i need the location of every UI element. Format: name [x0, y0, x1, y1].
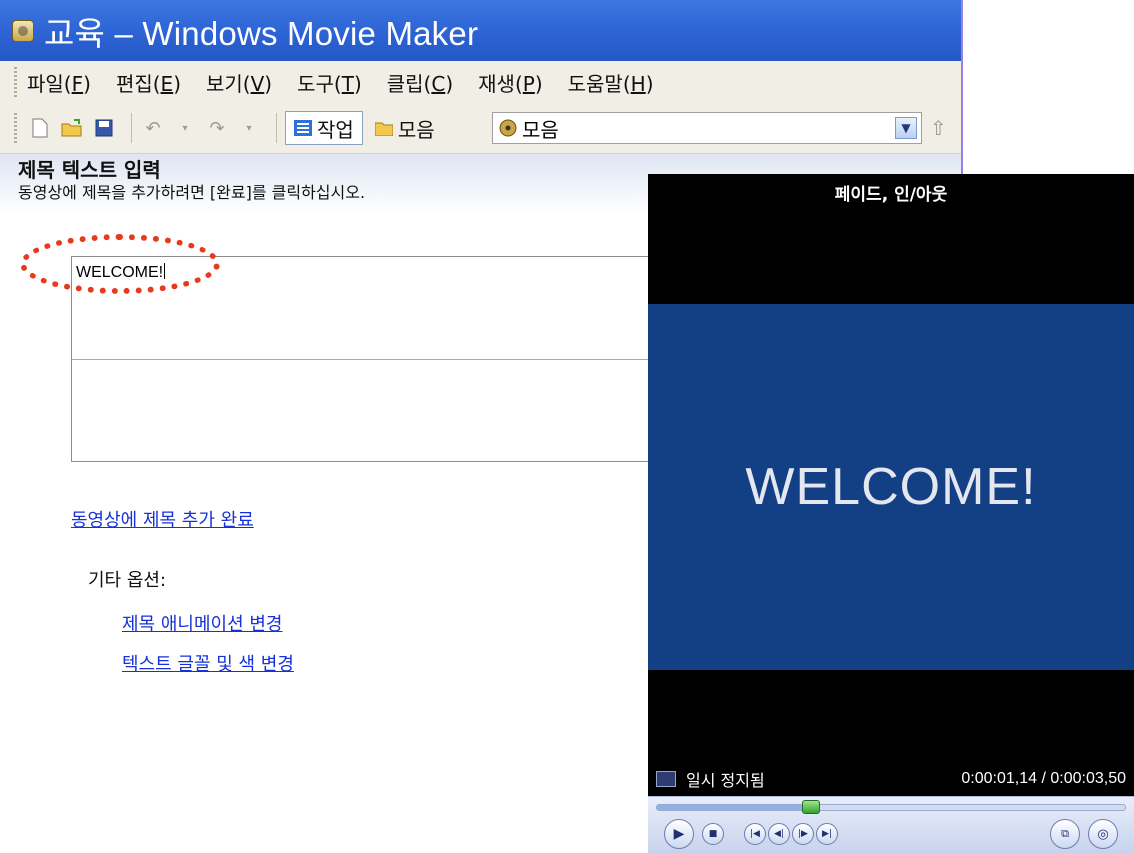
change-font-color-link[interactable]: 텍스트 글꼴 및 색 변경: [122, 650, 294, 676]
collection-select[interactable]: 모음 ▼: [492, 112, 922, 144]
film-reel-icon: [499, 119, 517, 137]
menu-view[interactable]: 보기(V): [206, 68, 272, 97]
stop-button[interactable]: ■: [702, 823, 724, 845]
preview-video-frame[interactable]: WELCOME!: [648, 216, 1134, 762]
tasks-label: 작업: [317, 117, 354, 142]
preview-monitor: 페이드, 인/아웃 WELCOME! 일시 정지됨 0:00:01,14 / 0…: [648, 174, 1134, 853]
movie-maker-app-icon[interactable]: [12, 19, 34, 42]
tasks-button[interactable]: 작업: [285, 111, 363, 145]
menu-edit-label: 편집(: [115, 71, 161, 96]
page-instruction: 동영상에 제목을 추가하려면 [완료]를 클릭하십시오.: [18, 183, 366, 202]
tasks-icon: [294, 120, 312, 136]
toolbar-separator: [276, 113, 277, 143]
new-project-icon[interactable]: [27, 115, 53, 141]
menu-help[interactable]: 도움말(H): [568, 68, 654, 97]
menu-file-label: 파일(: [27, 71, 72, 96]
menu-clip-label: 클립(: [386, 71, 432, 96]
play-button[interactable]: ▶: [664, 819, 694, 849]
save-icon[interactable]: [91, 115, 117, 141]
change-title-animation-link[interactable]: 제목 애니메이션 변경: [122, 610, 282, 636]
title-bar[interactable]: 교육 – Windows Movie Maker: [0, 0, 961, 61]
redo-icon[interactable]: ↷: [204, 115, 230, 141]
menu-edit[interactable]: 편집(E): [116, 68, 181, 97]
collections-folder-icon: [374, 122, 393, 136]
toolbar: ↶ ▾ ↷ ▾ 작업 모음 모음 ▼ ⇧: [0, 103, 961, 154]
menu-file[interactable]: 파일(F): [27, 68, 91, 97]
video-title-background: WELCOME!: [648, 304, 1134, 670]
back-frame-icon[interactable]: ◀|: [768, 823, 790, 845]
previous-frame-start-icon[interactable]: |◀: [744, 823, 766, 845]
seek-bar[interactable]: [656, 800, 1126, 814]
menu-clip-accel: C: [431, 71, 446, 96]
menu-edit-tail: ): [173, 71, 181, 96]
done-add-title-link[interactable]: 동영상에 제목 추가 완료: [71, 506, 254, 532]
annotation-ellipse: [20, 234, 220, 294]
collections-label: 모음: [397, 117, 435, 142]
toolbar-grip[interactable]: [14, 113, 17, 143]
menu-help-tail: ): [645, 71, 654, 96]
redo-dropdown-icon[interactable]: ▾: [236, 115, 262, 141]
menu-play[interactable]: 재생(P): [478, 68, 542, 97]
chevron-down-icon[interactable]: ▼: [895, 117, 917, 139]
forward-frame-icon[interactable]: |▶: [792, 823, 814, 845]
menu-edit-accel: E: [160, 71, 174, 96]
menu-file-tail: ): [83, 71, 91, 96]
menu-play-label: 재생(: [478, 71, 523, 96]
playback-controls: ▶ ■ |◀ ◀| |▶ ▶| ⧉ ◎: [648, 796, 1134, 853]
seek-bar-progress: [657, 805, 812, 810]
preview-header: 페이드, 인/아웃: [834, 185, 948, 205]
other-options-label: 기타 옵션:: [88, 570, 167, 591]
menu-tools[interactable]: 도구(T): [297, 68, 362, 97]
seek-thumb[interactable]: [802, 800, 821, 814]
collections-button[interactable]: 모음: [367, 111, 443, 145]
menu-bar: 파일(F) 편집(E) 보기(V) 도구(T) 클립(C) 재생(P) 도움말(…: [0, 61, 961, 104]
open-folder-icon[interactable]: [59, 115, 85, 141]
up-one-level-icon[interactable]: ⇧: [930, 116, 947, 140]
playback-status: 일시 정지됨: [686, 771, 765, 790]
menu-play-accel: P: [522, 71, 535, 96]
window-title: 교육 – Windows Movie Maker: [44, 14, 479, 52]
playback-time: 0:00:01,14 / 0:00:03,50: [961, 770, 1126, 787]
menu-clip-tail: ): [445, 71, 454, 96]
undo-dropdown-icon[interactable]: ▾: [172, 115, 198, 141]
preview-status-bar: 일시 정지됨 0:00:01,14 / 0:00:03,50: [648, 762, 1134, 796]
menu-help-accel: H: [630, 71, 646, 96]
menu-tools-tail: ): [353, 71, 362, 96]
menubar-grip[interactable]: [14, 67, 17, 97]
menu-view-accel: V: [250, 71, 265, 96]
take-picture-icon[interactable]: ◎: [1088, 819, 1118, 849]
preview-video-text: WELCOME!: [745, 458, 1037, 516]
toolbar-separator: [131, 113, 132, 143]
menu-play-tail: ): [534, 71, 543, 96]
next-end-icon[interactable]: ▶|: [816, 823, 838, 845]
menu-view-tail: ): [264, 71, 273, 96]
collection-select-value: 모음: [522, 117, 559, 142]
menu-help-label: 도움말(: [567, 71, 631, 96]
fullscreen-icon[interactable]: [656, 771, 676, 787]
menu-clip[interactable]: 클립(C): [387, 68, 453, 97]
menu-tools-accel: T: [341, 71, 354, 96]
undo-icon[interactable]: ↶: [140, 115, 166, 141]
menu-file-accel: F: [71, 71, 84, 96]
menu-view-label: 보기(: [206, 71, 251, 96]
menu-tools-label: 도구(: [297, 71, 342, 96]
split-clip-icon[interactable]: ⧉: [1050, 819, 1080, 849]
